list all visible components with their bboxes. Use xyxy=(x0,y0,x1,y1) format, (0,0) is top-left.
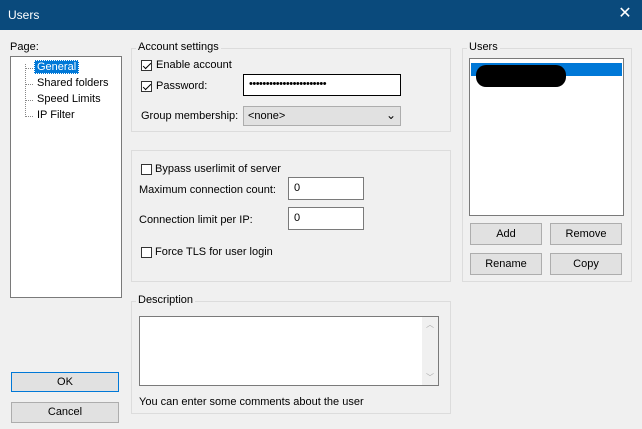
tree-connector xyxy=(25,68,33,69)
group-membership-value: <none> xyxy=(248,110,286,122)
rename-user-button[interactable]: Rename xyxy=(470,253,542,275)
force-tls-checkbox[interactable] xyxy=(141,247,152,258)
password-field[interactable]: ••••••••••••••••••••••• xyxy=(243,74,401,96)
connection-per-ip-label: Connection limit per IP: xyxy=(139,214,253,226)
copy-user-button[interactable]: Copy xyxy=(550,253,622,275)
tree-item-general[interactable]: General xyxy=(34,60,80,74)
description-scrollbar[interactable]: ︿ ﹀ xyxy=(422,317,438,385)
password-label[interactable]: Password: xyxy=(156,80,207,92)
window-title: Users xyxy=(8,8,40,22)
ok-button[interactable]: OK xyxy=(11,372,119,392)
description-textarea[interactable]: ︿ ﹀ xyxy=(139,316,439,386)
password-checkbox[interactable] xyxy=(141,81,152,92)
tree-item-speed-limits[interactable]: Speed Limits xyxy=(35,93,103,105)
remove-user-button[interactable]: Remove xyxy=(550,223,622,245)
description-hint: You can enter some comments about the us… xyxy=(139,396,364,408)
max-connection-field[interactable]: 0 xyxy=(288,177,364,200)
page-tree[interactable]: General Shared folders Speed Limits IP F… xyxy=(10,56,122,298)
users-label: Users xyxy=(467,41,500,53)
users-list[interactable] xyxy=(469,58,624,216)
chevron-down-icon: ⌄ xyxy=(385,108,396,122)
group-membership-label: Group membership: xyxy=(141,110,239,122)
group-membership-select[interactable]: <none> ⌄ xyxy=(243,106,401,126)
page-label: Page: xyxy=(10,41,39,53)
cancel-button[interactable]: Cancel xyxy=(11,402,119,423)
bypass-userlimit-checkbox[interactable] xyxy=(141,164,152,175)
force-tls-label[interactable]: Force TLS for user login xyxy=(155,246,273,258)
tree-connector xyxy=(25,64,26,117)
scroll-up-icon[interactable]: ︿ xyxy=(426,319,434,330)
enable-account-label[interactable]: Enable account xyxy=(156,59,232,71)
title-bar xyxy=(0,0,642,30)
description-label: Description xyxy=(136,294,196,306)
close-icon[interactable]: ✕ xyxy=(616,5,634,23)
account-settings-label: Account settings xyxy=(136,41,221,53)
scroll-down-icon[interactable]: ﹀ xyxy=(426,372,434,383)
redacted-username xyxy=(476,65,566,87)
max-connection-label: Maximum connection count: xyxy=(139,184,276,196)
tree-connector xyxy=(25,84,33,85)
enable-account-checkbox[interactable] xyxy=(141,60,152,71)
tree-item-ip-filter[interactable]: IP Filter xyxy=(35,109,77,121)
tree-item-shared-folders[interactable]: Shared folders xyxy=(35,77,111,89)
tree-connector xyxy=(25,116,33,117)
bypass-userlimit-label[interactable]: Bypass userlimit of server xyxy=(155,163,281,175)
connection-per-ip-field[interactable]: 0 xyxy=(288,207,364,230)
tree-connector xyxy=(25,100,33,101)
add-user-button[interactable]: Add xyxy=(470,223,542,245)
